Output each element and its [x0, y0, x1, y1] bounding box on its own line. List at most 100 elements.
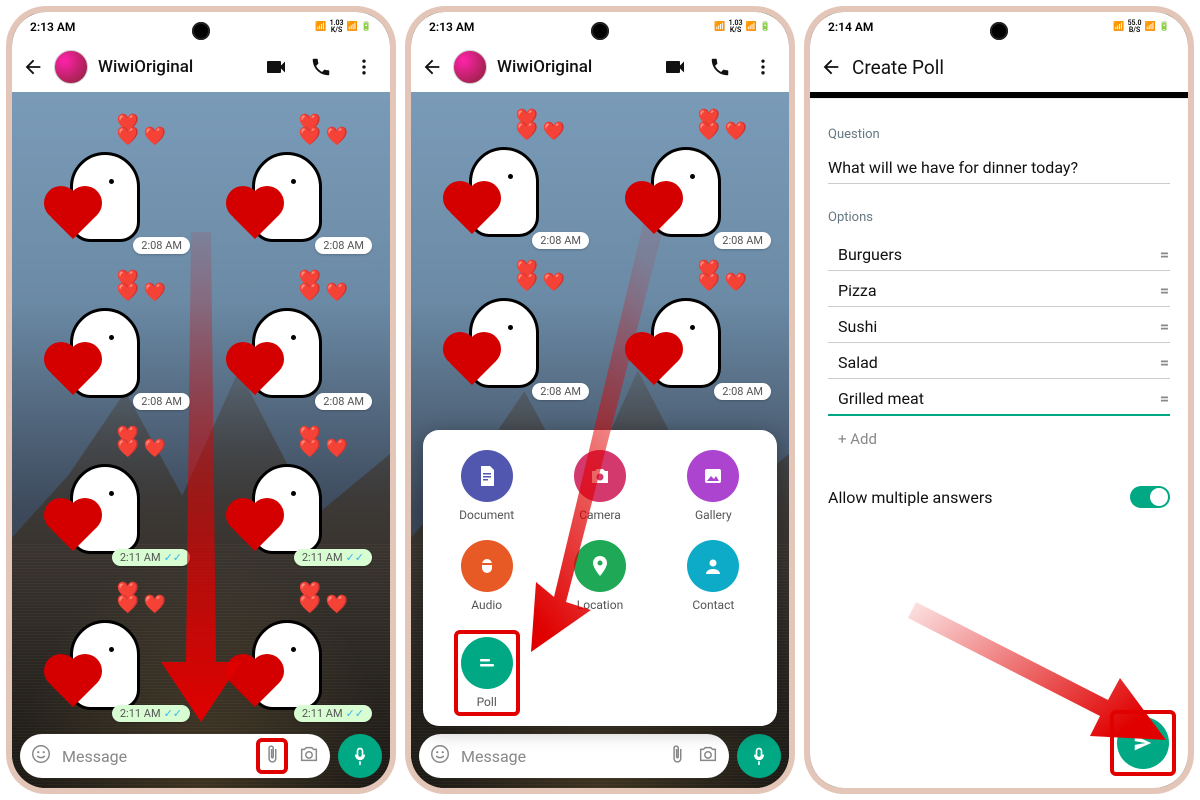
poll-option-row[interactable]: Sushi =	[828, 307, 1170, 343]
sticker-message[interactable]: ❤️❤️ ❤️ 2:08 AM	[603, 102, 779, 247]
voice-call-button[interactable]	[703, 50, 737, 84]
send-poll-button[interactable]	[1117, 717, 1169, 769]
video-call-button[interactable]	[258, 49, 294, 85]
emoji-icon[interactable]	[30, 743, 52, 769]
sticker-message[interactable]: ❤️❤️ ❤️ 2:11 AM✓✓	[204, 570, 380, 720]
phone-screen-2: 2:13 AM 📶 1.03K/S 📶 🔋 WiwiOriginal ❤️❤️ …	[405, 6, 795, 794]
attach-poll[interactable]: Poll	[461, 637, 513, 709]
sticker-message[interactable]: ❤️❤️ ❤️ 2:11 AM✓✓	[204, 414, 380, 564]
option-input[interactable]: Grilled meat	[828, 389, 1160, 408]
contact-name[interactable]: WiwiOriginal	[98, 57, 248, 77]
tutorial-highlight	[256, 738, 288, 774]
contact-avatar[interactable]	[54, 50, 88, 84]
attach-camera[interactable]: Camera	[574, 450, 626, 522]
option-input[interactable]: Burguers	[828, 245, 1160, 264]
signal-icon: 📶	[1145, 22, 1156, 32]
message-time: 2:11 AM✓✓	[294, 549, 372, 566]
attach-location[interactable]: Location	[574, 540, 626, 612]
attach-label: Camera	[579, 508, 621, 522]
sticker-message[interactable]: ❤️❤️ ❤️ 2:08 AM	[421, 102, 597, 247]
attach-gallery[interactable]: Gallery	[687, 450, 739, 522]
contact-name[interactable]: WiwiOriginal	[497, 57, 647, 77]
sticker-message[interactable]: ❤️❤️ ❤️ 2:08 AM	[204, 258, 380, 408]
create-poll-app-bar: Create Poll	[810, 42, 1188, 92]
attach-contact[interactable]: Contact	[687, 540, 739, 612]
vowifi-icon: 📶	[714, 22, 725, 32]
status-time: 2:13 AM	[429, 20, 474, 34]
message-time: 2:11 AM✓✓	[112, 705, 190, 722]
sticker-message[interactable]: ❤️❤️ ❤️ 2:08 AM	[421, 253, 597, 398]
back-button[interactable]	[421, 56, 443, 78]
battery-icon: 🔋	[1159, 22, 1170, 32]
attach-audio[interactable]: Audio	[461, 540, 513, 612]
drag-handle-icon[interactable]: =	[1160, 353, 1170, 372]
message-time: 2:08 AM	[133, 237, 190, 254]
drag-handle-icon[interactable]: =	[1160, 317, 1170, 336]
message-time: 2:08 AM	[133, 393, 190, 410]
emoji-icon[interactable]	[429, 743, 451, 769]
drag-handle-icon[interactable]: =	[1160, 389, 1170, 408]
attach-button[interactable]	[262, 749, 282, 768]
option-input[interactable]: Pizza	[828, 281, 1160, 300]
signal-icon: 📶	[746, 22, 757, 32]
tutorial-highlight	[1110, 710, 1176, 776]
create-poll-form: Question What will we have for dinner to…	[810, 99, 1188, 788]
video-call-button[interactable]	[657, 49, 693, 85]
page-title: Create Poll	[852, 56, 944, 79]
net-unit: K/S	[730, 27, 741, 34]
vowifi-icon: 📶	[1113, 22, 1124, 32]
back-button[interactable]	[820, 56, 842, 78]
net-unit: K/S	[331, 27, 342, 34]
attach-button[interactable]	[667, 744, 687, 768]
signal-icon: 📶	[347, 22, 358, 32]
voice-call-button[interactable]	[304, 50, 338, 84]
message-time: 2:08 AM	[532, 232, 589, 249]
attach-document[interactable]: Document	[459, 450, 514, 522]
sticker-message[interactable]: ❤️❤️ ❤️ 2:08 AM	[204, 102, 380, 252]
message-time: 2:08 AM	[532, 383, 589, 400]
attach-label: Location	[577, 598, 623, 612]
mic-button[interactable]	[737, 734, 781, 778]
read-ticks-icon: ✓✓	[346, 551, 364, 564]
poll-option-row[interactable]: Salad =	[828, 343, 1170, 379]
drag-handle-icon[interactable]: =	[1160, 245, 1170, 264]
message-time: 2:11 AM✓✓	[294, 705, 372, 722]
status-indicators: 📶 55.0B/S 📶 🔋	[1113, 20, 1170, 34]
sticker-message[interactable]: ❤️❤️ ❤️ 2:08 AM	[603, 253, 779, 398]
camera-button[interactable]	[697, 743, 719, 769]
contact-avatar[interactable]	[453, 50, 487, 84]
attach-poll-wrapper: Poll	[454, 630, 520, 716]
option-input[interactable]: Salad	[828, 353, 1160, 372]
sticker-message[interactable]: ❤️❤️ ❤️ 2:11 AM✓✓	[22, 570, 198, 720]
chat-background[interactable]: ❤️❤️ ❤️ 2:08 AM ❤️❤️ ❤️ 2:08 AM ❤️❤️ ❤️ …	[411, 92, 789, 788]
message-placeholder: Message	[62, 747, 246, 766]
add-option-button[interactable]: + Add	[828, 416, 1170, 456]
poll-option-row[interactable]: Grilled meat =	[828, 379, 1170, 416]
more-menu-button[interactable]	[747, 51, 779, 83]
message-input[interactable]: Message	[20, 734, 330, 778]
message-time: 2:08 AM	[714, 232, 771, 249]
battery-icon: 🔋	[760, 22, 771, 32]
chat-background[interactable]: ❤️❤️ ❤️ 2:08 AM ❤️❤️ ❤️ 2:08 AM ❤️❤️ ❤️ …	[12, 92, 390, 788]
allow-multiple-label: Allow multiple answers	[828, 488, 993, 507]
message-list: ❤️❤️ ❤️ 2:08 AM ❤️❤️ ❤️ 2:08 AM ❤️❤️ ❤️ …	[22, 102, 380, 718]
back-button[interactable]	[22, 56, 44, 78]
camera-notch	[192, 22, 210, 40]
message-input-bar: Message	[20, 734, 382, 778]
question-input[interactable]: What will we have for dinner today?	[828, 152, 1170, 184]
message-input-bar: Message	[419, 734, 781, 778]
poll-option-row[interactable]: Pizza =	[828, 271, 1170, 307]
options-label: Options	[828, 210, 1170, 225]
sticker-message[interactable]: ❤️❤️ ❤️ 2:08 AM	[22, 102, 198, 252]
mic-button[interactable]	[338, 734, 382, 778]
allow-multiple-toggle[interactable]	[1130, 486, 1170, 508]
drag-handle-icon[interactable]: =	[1160, 281, 1170, 300]
sticker-message[interactable]: ❤️❤️ ❤️ 2:11 AM✓✓	[22, 414, 198, 564]
message-input[interactable]: Message	[419, 734, 729, 778]
poll-option-row[interactable]: Burguers =	[828, 235, 1170, 271]
option-input[interactable]: Sushi	[828, 317, 1160, 336]
allow-multiple-row: Allow multiple answers	[828, 486, 1170, 508]
more-menu-button[interactable]	[348, 51, 380, 83]
camera-button[interactable]	[298, 743, 320, 769]
sticker-message[interactable]: ❤️❤️ ❤️ 2:08 AM	[22, 258, 198, 408]
